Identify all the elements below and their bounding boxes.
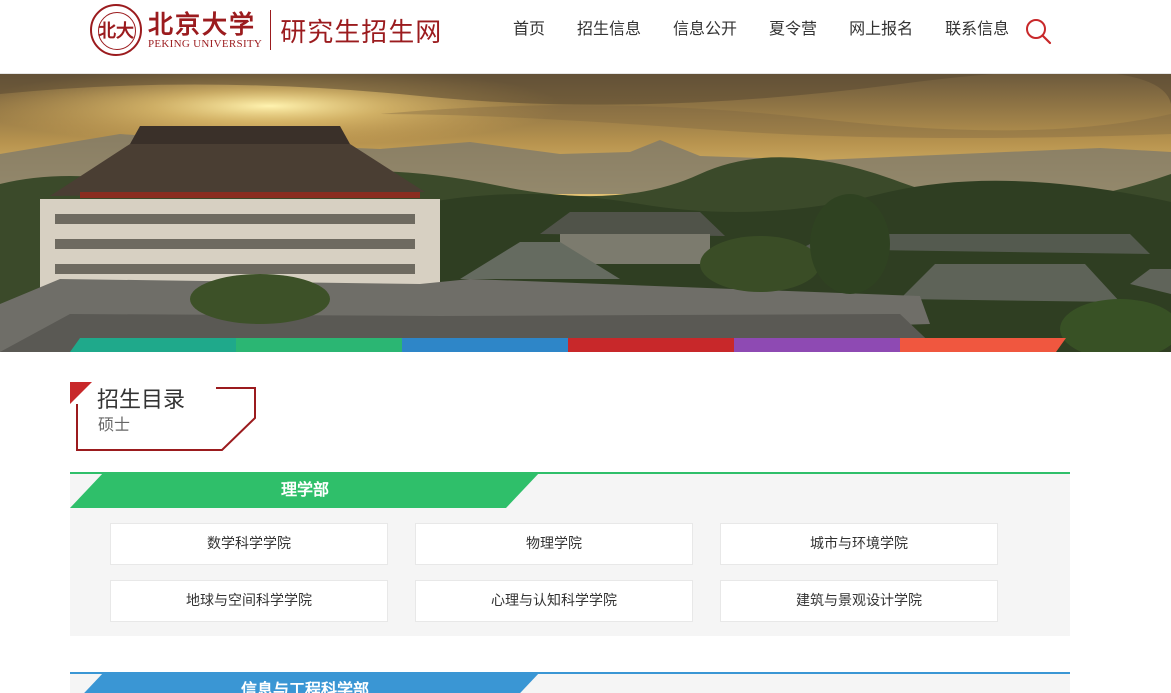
school-link-urban-env[interactable]: 城市与环境学院: [720, 523, 998, 565]
school-link-architecture[interactable]: 建筑与景观设计学院: [720, 580, 998, 622]
university-name-block: 北京大学 PEKING UNIVERSITY: [148, 10, 262, 50]
banner-stripe-segment: [734, 338, 900, 352]
header: 北大 北京大学 PEKING UNIVERSITY 研究生招生网 首页 招生信息…: [0, 0, 1171, 74]
nav-item-home[interactable]: 首页: [513, 18, 545, 40]
site-logo[interactable]: 北大 北京大学 PEKING UNIVERSITY 研究生招生网: [90, 4, 442, 56]
nav-item-contact[interactable]: 联系信息: [945, 18, 1009, 40]
dept-header: 信息与工程科学部: [70, 672, 1070, 693]
university-seal-icon: 北大: [90, 4, 142, 56]
seal-glyph: 北大: [98, 21, 134, 42]
school-link-earth-space[interactable]: 地球与空间科学学院: [110, 580, 388, 622]
dept-name[interactable]: 理学部: [240, 472, 370, 508]
dept-block-science: 理学部 数学科学学院 物理学院 城市与环境学院 地球与空间科学学院 心理与认知科…: [70, 472, 1070, 636]
main-nav: 首页 招生信息 信息公开 夏令营 网上报名 联系信息: [513, 18, 1041, 40]
nav-item-admission-info[interactable]: 招生信息: [577, 18, 641, 40]
nav-item-summer-camp[interactable]: 夏令营: [769, 18, 817, 40]
search-icon[interactable]: [1024, 17, 1052, 45]
school-link-math[interactable]: 数学科学学院: [110, 523, 388, 565]
campus-banner-image: [0, 74, 1171, 352]
catalog-title: 招生目录: [97, 388, 186, 413]
catalog-heading: 招生目录 硕士: [70, 382, 260, 454]
catalog-subtitle: 硕士: [98, 415, 131, 434]
banner-stripe-segment: [236, 338, 402, 352]
dept-name[interactable]: 信息与工程科学部: [235, 672, 375, 693]
university-name-en: PEKING UNIVERSITY: [148, 38, 263, 50]
dept-header: 理学部: [70, 472, 1070, 508]
banner-stripe-segment: [568, 338, 734, 352]
banner-stripe-segment: [70, 338, 236, 352]
school-link-physics[interactable]: 物理学院: [415, 523, 693, 565]
dept-block-info-eng: 信息与工程科学部: [70, 672, 1070, 693]
school-grid: 数学科学学院 物理学院 城市与环境学院 地球与空间科学学院 心理与认知科学学院 …: [70, 508, 1070, 636]
nav-item-online-apply[interactable]: 网上报名: [849, 18, 913, 40]
site-name: 研究生招生网: [280, 17, 443, 48]
logo-divider: [270, 10, 272, 50]
school-link-psychology[interactable]: 心理与认知科学学院: [415, 580, 693, 622]
banner-stripe-segment: [900, 338, 1066, 352]
university-name-cn: 北京大学: [148, 10, 257, 39]
banner-stripe-segment: [402, 338, 568, 352]
nav-item-disclosure[interactable]: 信息公开: [673, 18, 737, 40]
